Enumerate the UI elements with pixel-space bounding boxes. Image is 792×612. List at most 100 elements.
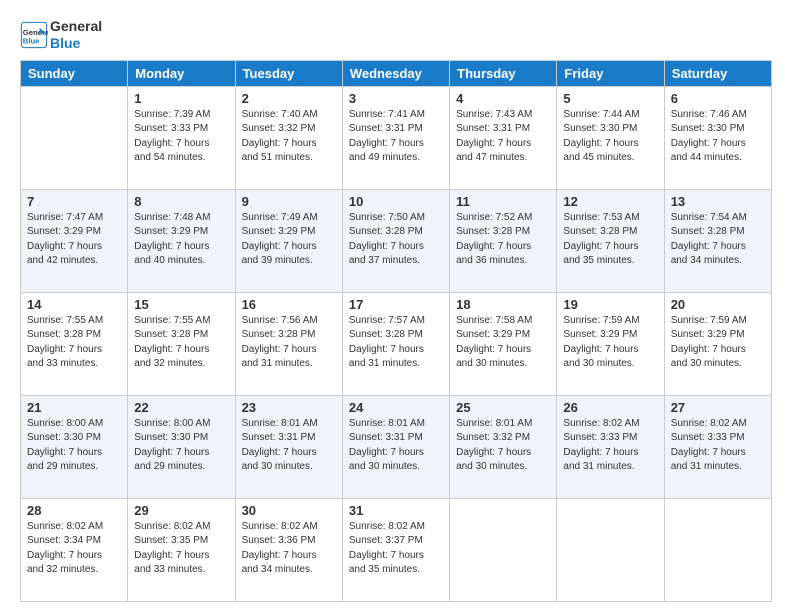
day-info: Sunrise: 7:55 AMSunset: 3:28 PMDaylight:… [27,314,121,372]
calendar-cell: 26 Sunrise: 8:02 AMSunset: 3:33 PMDayligh… [557,395,664,498]
calendar-cell: 24 Sunrise: 8:01 AMSunset: 3:31 PMDayligh… [342,395,449,498]
day-number: 22 [134,400,228,415]
day-number: 18 [456,297,550,312]
calendar-cell: 15 Sunrise: 7:55 AMSunset: 3:28 PMDayligh… [128,292,235,395]
day-number: 20 [671,297,765,312]
calendar-cell: 12 Sunrise: 7:53 AMSunset: 3:28 PMDayligh… [557,189,664,292]
day-number: 5 [563,91,657,106]
calendar-week-5: 28Sunrise: 8:02 AMSunset: 3:34 PMDayligh… [21,498,772,601]
day-info: Sunrise: 8:02 AMSunset: 3:36 PMDaylight:… [242,520,336,578]
calendar-header-row: SundayMondayTuesdayWednesdayThursdayFrid… [21,60,772,86]
calendar-week-2: 7 Sunrise: 7:47 AMSunset: 3:29 PMDaylight… [21,189,772,292]
calendar-cell: 19Sunrise: 7:59 AMSunset: 3:29 PMDayligh… [557,292,664,395]
calendar-cell [557,498,664,601]
day-number: 16 [242,297,336,312]
day-info: Sunrise: 7:46 AMSunset: 3:30 PMDaylight:… [671,108,765,166]
day-info: Sunrise: 7:43 AMSunset: 3:31 PMDaylight:… [456,108,550,166]
day-info: Sunrise: 7:59 AMSunset: 3:29 PMDaylight:… [563,314,657,372]
calendar-cell: 30 Sunrise: 8:02 AMSunset: 3:36 PMDayligh… [235,498,342,601]
day-info: Sunrise: 7:59 AMSunset: 3:29 PMDaylight:… [671,314,765,372]
day-number: 10 [349,194,443,209]
day-info: Sunrise: 7:52 AMSunset: 3:28 PMDaylight:… [456,211,550,269]
calendar-cell [450,498,557,601]
calendar-cell: 3 Sunrise: 7:41 AMSunset: 3:31 PMDaylight… [342,86,449,189]
day-info: Sunrise: 8:02 AMSunset: 3:37 PMDaylight:… [349,520,443,578]
day-info: Sunrise: 7:40 AMSunset: 3:32 PMDaylight:… [242,108,336,166]
day-number: 29 [134,503,228,518]
day-number: 12 [563,194,657,209]
calendar-cell: 17Sunrise: 7:57 AMSunset: 3:28 PMDayligh… [342,292,449,395]
calendar-cell: 1 Sunrise: 7:39 AMSunset: 3:33 PMDaylight… [128,86,235,189]
calendar-cell: 21 Sunrise: 8:00 AMSunset: 3:30 PMDayligh… [21,395,128,498]
logo-icon: General Blue [20,21,48,49]
day-number: 6 [671,91,765,106]
day-number: 17 [349,297,443,312]
calendar-week-1: 1 Sunrise: 7:39 AMSunset: 3:33 PMDaylight… [21,86,772,189]
day-info: Sunrise: 7:41 AMSunset: 3:31 PMDaylight:… [349,108,443,166]
day-info: Sunrise: 8:02 AMSunset: 3:33 PMDaylight:… [563,417,657,475]
svg-text:Blue: Blue [23,36,40,45]
day-number: 2 [242,91,336,106]
calendar-cell: 5 Sunrise: 7:44 AMSunset: 3:30 PMDaylight… [557,86,664,189]
calendar-cell: 13Sunrise: 7:54 AMSunset: 3:28 PMDayligh… [664,189,771,292]
day-number: 27 [671,400,765,415]
logo-general: General [50,18,102,35]
day-info: Sunrise: 8:00 AMSunset: 3:30 PMDaylight:… [27,417,121,475]
calendar-cell: 10 Sunrise: 7:50 AMSunset: 3:28 PMDayligh… [342,189,449,292]
day-number: 7 [27,194,121,209]
day-number: 23 [242,400,336,415]
calendar: SundayMondayTuesdayWednesdayThursdayFrid… [20,60,772,602]
calendar-week-3: 14 Sunrise: 7:55 AMSunset: 3:28 PMDayligh… [21,292,772,395]
calendar-cell [664,498,771,601]
calendar-header-wednesday: Wednesday [342,60,449,86]
calendar-week-4: 21 Sunrise: 8:00 AMSunset: 3:30 PMDayligh… [21,395,772,498]
calendar-cell: 20 Sunrise: 7:59 AMSunset: 3:29 PMDayligh… [664,292,771,395]
calendar-cell: 31Sunrise: 8:02 AMSunset: 3:37 PMDayligh… [342,498,449,601]
calendar-cell: 16 Sunrise: 7:56 AMSunset: 3:28 PMDayligh… [235,292,342,395]
calendar-cell: 23 Sunrise: 8:01 AMSunset: 3:31 PMDayligh… [235,395,342,498]
calendar-cell: 27 Sunrise: 8:02 AMSunset: 3:33 PMDayligh… [664,395,771,498]
day-number: 1 [134,91,228,106]
day-info: Sunrise: 8:01 AMSunset: 3:32 PMDaylight:… [456,417,550,475]
day-info: Sunrise: 7:48 AMSunset: 3:29 PMDaylight:… [134,211,228,269]
day-info: Sunrise: 7:55 AMSunset: 3:28 PMDaylight:… [134,314,228,372]
day-info: Sunrise: 8:01 AMSunset: 3:31 PMDaylight:… [349,417,443,475]
day-info: Sunrise: 7:44 AMSunset: 3:30 PMDaylight:… [563,108,657,166]
calendar-cell: 11Sunrise: 7:52 AMSunset: 3:28 PMDayligh… [450,189,557,292]
day-number: 21 [27,400,121,415]
day-info: Sunrise: 7:50 AMSunset: 3:28 PMDaylight:… [349,211,443,269]
logo-blue: Blue [50,35,102,52]
header: General Blue General Blue [20,18,772,52]
day-number: 4 [456,91,550,106]
day-info: Sunrise: 7:53 AMSunset: 3:28 PMDaylight:… [563,211,657,269]
calendar-cell [21,86,128,189]
day-number: 25 [456,400,550,415]
day-info: Sunrise: 8:02 AMSunset: 3:33 PMDaylight:… [671,417,765,475]
calendar-header-thursday: Thursday [450,60,557,86]
day-number: 24 [349,400,443,415]
calendar-header-monday: Monday [128,60,235,86]
day-info: Sunrise: 7:56 AMSunset: 3:28 PMDaylight:… [242,314,336,372]
day-number: 28 [27,503,121,518]
day-number: 30 [242,503,336,518]
calendar-cell: 4 Sunrise: 7:43 AMSunset: 3:31 PMDaylight… [450,86,557,189]
day-info: Sunrise: 7:47 AMSunset: 3:29 PMDaylight:… [27,211,121,269]
day-info: Sunrise: 7:54 AMSunset: 3:28 PMDaylight:… [671,211,765,269]
day-number: 15 [134,297,228,312]
calendar-cell: 9Sunrise: 7:49 AMSunset: 3:29 PMDaylight… [235,189,342,292]
day-number: 26 [563,400,657,415]
day-info: Sunrise: 8:00 AMSunset: 3:30 PMDaylight:… [134,417,228,475]
calendar-cell: 2 Sunrise: 7:40 AMSunset: 3:32 PMDaylight… [235,86,342,189]
calendar-cell: 28Sunrise: 8:02 AMSunset: 3:34 PMDayligh… [21,498,128,601]
day-number: 9 [242,194,336,209]
day-info: Sunrise: 8:01 AMSunset: 3:31 PMDaylight:… [242,417,336,475]
calendar-cell: 14 Sunrise: 7:55 AMSunset: 3:28 PMDayligh… [21,292,128,395]
calendar-header-sunday: Sunday [21,60,128,86]
logo: General Blue General Blue [20,18,102,52]
day-number: 3 [349,91,443,106]
calendar-cell: 8Sunrise: 7:48 AMSunset: 3:29 PMDaylight… [128,189,235,292]
calendar-cell: 25 Sunrise: 8:01 AMSunset: 3:32 PMDayligh… [450,395,557,498]
calendar-cell: 29Sunrise: 8:02 AMSunset: 3:35 PMDayligh… [128,498,235,601]
day-number: 14 [27,297,121,312]
day-info: Sunrise: 7:39 AMSunset: 3:33 PMDaylight:… [134,108,228,166]
